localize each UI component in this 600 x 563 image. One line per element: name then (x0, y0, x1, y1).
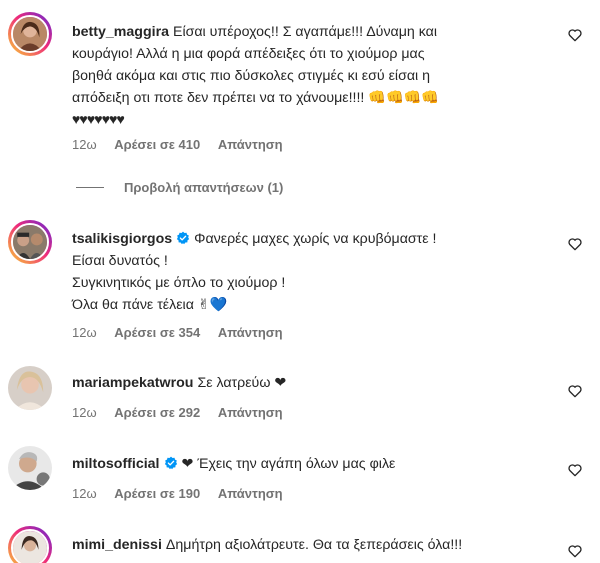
comment-line: Είσαι δυνατός ! (72, 253, 168, 269)
comment-line: Φανερές μαχες χωρίς να κρυβόμαστε ! (194, 231, 437, 247)
comment-username[interactable]: betty_maggira (72, 24, 169, 40)
comment-line: Συγκινητικός με όπλο το χιούμορ ! (72, 275, 286, 291)
comment-line: ❤ Έχεις την αγάπη όλων μας φιλε (181, 456, 396, 472)
avatar-image (11, 529, 49, 563)
avatar[interactable] (8, 526, 52, 563)
comment-text: mariampekatwrou Σε λατρεύω ❤ (72, 372, 562, 394)
avatar[interactable] (8, 446, 52, 490)
divider-line (76, 187, 104, 188)
comment-line: Όλα θα πάνε τέλεια ✌💙 (72, 297, 228, 313)
comment-line: Δημήτρη αξιολάτρευτε. Θα τα ξεπεράσεις ό… (165, 537, 463, 553)
comment-line: βοηθά ακόμα και στις πιο δύσκολες στιγμέ… (72, 68, 431, 84)
comment-meta: 12ω Αρέσει σε 190 Απάντηση (72, 486, 297, 501)
heart-outline-icon[interactable] (567, 543, 583, 559)
avatar-image (8, 446, 52, 490)
reply-button[interactable]: Απάντηση (218, 486, 283, 501)
heart-outline-icon[interactable] (567, 462, 583, 478)
verified-badge-icon (177, 231, 190, 245)
likes-count[interactable]: Αρέσει σε 410 (114, 137, 200, 152)
comment-line: κουράγιο! Αλλά η μια φορά απέδειξες ότι … (72, 46, 425, 62)
avatar-image (11, 15, 49, 53)
avatar-image (11, 223, 49, 261)
comment-text: betty_maggira Είσαι υπέροχος!! Σ αγαπάμε!… (72, 21, 562, 131)
verified-badge-icon (164, 456, 177, 470)
comment-time[interactable]: 12ω (72, 486, 97, 501)
avatar[interactable] (8, 220, 52, 264)
heart-outline-icon[interactable] (567, 236, 583, 252)
avatar[interactable] (8, 366, 52, 410)
comment-text: tsalikisgiorgos Φανερές μαχες χωρίς να κρ… (72, 228, 562, 316)
reply-button[interactable]: Απάντηση (218, 405, 283, 420)
comment-meta: 12ω Αρέσει σε 292 Απάντηση (72, 405, 297, 420)
likes-count[interactable]: Αρέσει σε 190 (114, 486, 200, 501)
comment-time[interactable]: 12ω (72, 405, 97, 420)
avatar[interactable] (8, 12, 52, 56)
heart-outline-icon[interactable] (567, 383, 583, 399)
comment-meta: 12ω Αρέσει σε 354 Απάντηση (72, 325, 297, 340)
comment-username[interactable]: mimi_denissi (72, 537, 162, 553)
view-replies-label: Προβολή απαντήσεων (1) (124, 180, 284, 195)
view-replies-button[interactable]: Προβολή απαντήσεων (1) (76, 180, 283, 195)
comment-text: mimi_denissi Δημήτρη αξιολάτρευτε. Θα τα … (72, 534, 562, 556)
avatar-image (8, 366, 52, 410)
heart-outline-icon[interactable] (567, 27, 583, 43)
comment-username[interactable]: mariampekatwrou (72, 375, 193, 391)
reply-button[interactable]: Απάντηση (218, 325, 283, 340)
comment-time[interactable]: 12ω (72, 325, 97, 340)
likes-count[interactable]: Αρέσει σε 354 (114, 325, 200, 340)
comment-username[interactable]: miltosofficial (72, 456, 160, 472)
likes-count[interactable]: Αρέσει σε 292 (114, 405, 200, 420)
comment-text: miltosofficial ❤ Έχεις την αγάπη όλων μας… (72, 453, 562, 475)
comment-line: Είσαι υπέροχος!! Σ αγαπάμε!!! Δύναμη και (172, 24, 438, 40)
comment-line: απόδειξη οτι ποτε δεν πρέπει να το χάνου… (72, 90, 439, 106)
comment-line: Σε λατρεύω ❤ (197, 375, 287, 391)
comment-line: ♥♥♥♥♥♥♥ (72, 112, 125, 128)
comment-username[interactable]: tsalikisgiorgos (72, 231, 172, 247)
comment-time[interactable]: 12ω (72, 137, 97, 152)
comment-meta: 12ω Αρέσει σε 410 Απάντηση (72, 137, 297, 152)
reply-button[interactable]: Απάντηση (218, 137, 283, 152)
